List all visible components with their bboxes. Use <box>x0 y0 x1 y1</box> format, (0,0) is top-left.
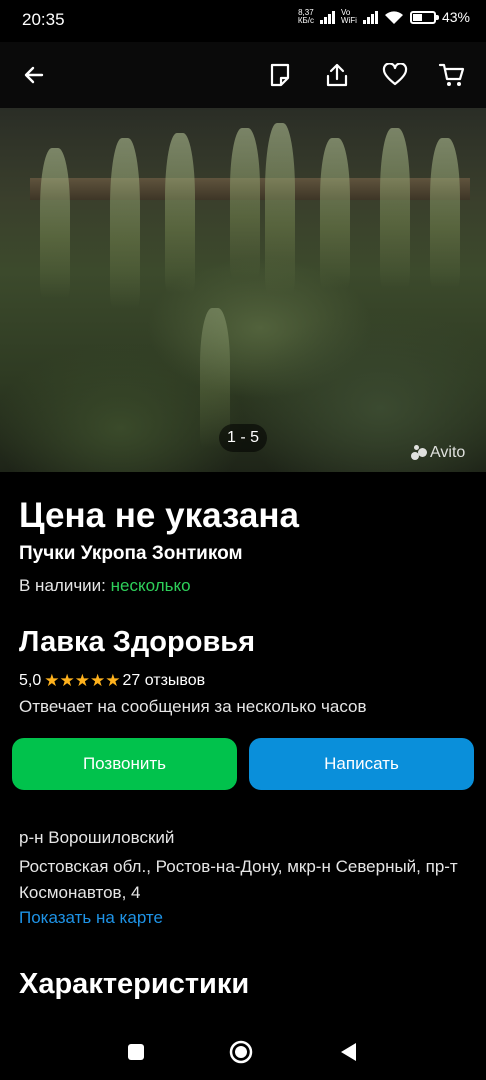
show-on-map-link[interactable]: Показать на карте <box>19 908 163 928</box>
photo-detail <box>430 138 460 288</box>
photo-detail <box>40 148 70 298</box>
response-time: Отвечает на сообщения за несколько часов <box>19 697 367 716</box>
status-time: 20:35 <box>22 10 65 29</box>
rating-stars-icon: ★★★★★ <box>44 671 121 690</box>
heart-icon[interactable] <box>380 60 410 90</box>
seller-name[interactable]: Лавка Здоровья <box>19 626 255 659</box>
photo-detail <box>165 133 195 293</box>
address-full: Ростовская обл., Ростов-на-Дону, мкр-н С… <box>19 857 458 902</box>
gallery-counter: 1 - 5 <box>219 424 267 452</box>
seller-rating[interactable]: 5,0 ★★★★★ 27 отзывов <box>19 671 205 691</box>
photo-detail <box>380 128 410 288</box>
characteristics-heading: Характеристики <box>19 968 250 1000</box>
cart-icon[interactable] <box>437 60 467 90</box>
status-icons: 8,37 КБ/с Vo WiFi 43% <box>297 8 470 26</box>
status-bar: 20:35 8,37 КБ/с Vo WiFi 43% <box>0 0 486 42</box>
avito-watermark: Avito <box>411 444 465 462</box>
photo-detail <box>320 138 350 288</box>
price: Цена не указана <box>19 496 299 535</box>
availability: В наличии: несколько <box>19 576 191 595</box>
recents-icon[interactable] <box>122 1038 150 1066</box>
back-arrow-icon[interactable] <box>19 60 49 90</box>
signal-icon <box>319 10 335 24</box>
listing-title: Пучки Укропа Зонтиком <box>19 543 243 564</box>
signal-icon-2 <box>362 10 378 24</box>
write-button[interactable]: Написать <box>249 738 474 790</box>
wifi-icon <box>384 10 403 24</box>
reviews-count: 27 отзывов <box>122 672 206 689</box>
share-icon[interactable] <box>322 60 352 90</box>
photo-detail <box>265 123 295 293</box>
availability-value: несколько <box>110 576 191 595</box>
photo-gallery[interactable] <box>0 108 486 472</box>
battery-icon <box>409 10 439 24</box>
avito-logo-icon <box>411 445 427 461</box>
rating-value: 5,0 <box>19 672 42 689</box>
app-bar <box>0 42 486 108</box>
system-nav-bar <box>0 1024 486 1080</box>
battery-percent: 43% <box>441 9 470 25</box>
note-icon[interactable] <box>265 60 295 90</box>
photo-detail <box>230 128 260 278</box>
call-button[interactable]: Позвонить <box>12 738 237 790</box>
listing-content: Цена не указана Пучки Укропа Зонтиком В … <box>0 472 486 1024</box>
network-speed: 8,37 КБ/с <box>297 8 314 25</box>
photo-detail <box>110 138 140 308</box>
back-nav-icon[interactable] <box>334 1038 362 1066</box>
vowifi-icon: Vo WiFi <box>340 8 357 25</box>
address-district: р-н Ворошиловский <box>19 828 175 847</box>
home-icon[interactable] <box>227 1038 255 1066</box>
